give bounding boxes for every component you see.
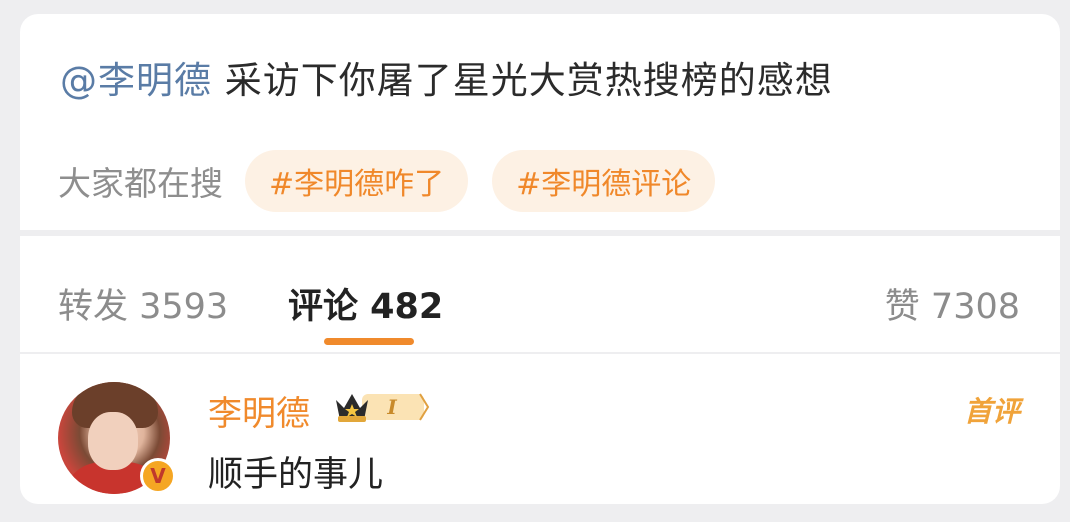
trending-search-row: 大家都在搜 #李明德咋了 #李明德评论 xyxy=(58,150,739,212)
vip-level-label: I xyxy=(386,395,397,419)
comment-text: 顺手的事儿 xyxy=(208,455,384,495)
trending-tag[interactable]: #李明德评论 xyxy=(492,150,716,212)
tab-like[interactable]: 赞 7308 xyxy=(885,278,1020,329)
vip-crown-icon: I xyxy=(336,393,430,422)
comment-author[interactable]: 李明德 xyxy=(208,386,310,435)
tab-comment[interactable]: 评论 482 xyxy=(288,278,443,329)
post-card: @李明德 采访下你屠了星光大赏热搜榜的感想 大家都在搜 #李明德咋了 #李明德评… xyxy=(20,14,1060,230)
verified-icon: V xyxy=(140,458,176,494)
trending-tag[interactable]: #李明德咋了 xyxy=(245,150,469,212)
mention-link[interactable]: @李明德 xyxy=(60,59,212,102)
tab-repost[interactable]: 转发 3593 xyxy=(58,278,228,329)
interaction-tabs: 转发 3593 评论 482 赞 7308 xyxy=(20,236,1060,352)
avatar-face xyxy=(88,412,138,470)
trending-search-label: 大家都在搜 xyxy=(58,164,223,203)
first-comment-badge: 首评 xyxy=(963,395,1020,428)
comment-item: V 李明德 I 顺手的事儿 首评 xyxy=(20,354,1060,504)
post-body: 采访下你屠了星光大赏热搜榜的感想 xyxy=(212,59,833,102)
post-text: @李明德 采访下你屠了星光大赏热搜榜的感想 xyxy=(60,50,833,104)
active-tab-indicator xyxy=(324,338,414,345)
